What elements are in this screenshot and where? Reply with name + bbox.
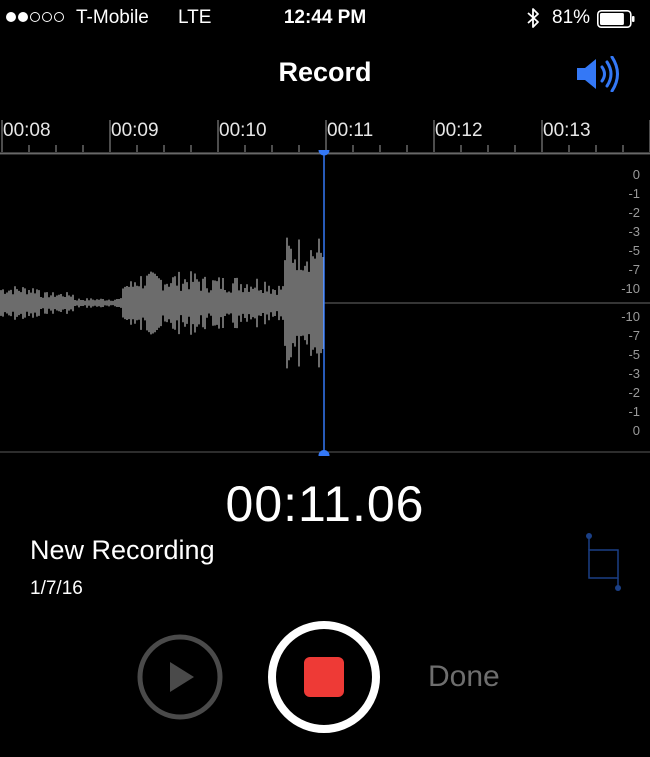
timeline-label: 00:08 <box>3 120 51 141</box>
db-label: -3 <box>628 224 640 239</box>
db-label: -1 <box>628 186 640 201</box>
db-label: -1 <box>628 404 640 419</box>
done-button[interactable]: Done <box>428 660 500 694</box>
db-label: -10 <box>621 309 640 324</box>
battery-icon <box>597 10 635 28</box>
db-label: -3 <box>628 366 640 381</box>
play-button[interactable] <box>136 633 224 721</box>
status-bar: T-Mobile LTE 12:44 PM 81% <box>0 0 650 38</box>
playhead-bottom-handle <box>318 450 330 456</box>
waveform-view[interactable]: 0 -1 -2 -3 -5 -7 -10 -10 -7 -5 -3 -2 -1 … <box>0 150 650 456</box>
battery-percentage: 81% <box>552 7 591 28</box>
recording-name[interactable]: New Recording <box>30 535 215 566</box>
db-label: -2 <box>628 385 640 400</box>
db-label: -5 <box>628 347 640 362</box>
playhead-top-handle <box>318 150 330 156</box>
page-title: Record <box>278 57 372 87</box>
recording-date: 1/7/16 <box>30 578 83 599</box>
db-label: -7 <box>628 328 640 343</box>
speaker-icon[interactable] <box>574 56 624 92</box>
timeline-label: 00:09 <box>111 120 159 141</box>
play-icon <box>170 662 194 692</box>
db-label: -2 <box>628 205 640 220</box>
timeline-label: 00:11 <box>327 120 374 141</box>
stop-recording-button[interactable] <box>266 619 382 735</box>
recording-timer: 00:11.06 <box>225 476 425 532</box>
db-label: 0 <box>632 423 640 438</box>
trim-icon[interactable] <box>580 530 628 594</box>
db-label: 0 <box>632 167 640 182</box>
timeline-label: 00:13 <box>543 120 591 141</box>
db-label: -7 <box>628 262 640 277</box>
timeline-label: 00:12 <box>435 120 483 141</box>
stop-icon <box>304 657 344 697</box>
timeline-label: 00:10 <box>219 120 267 141</box>
db-label: -10 <box>621 281 640 296</box>
bluetooth-icon <box>527 8 539 28</box>
db-label: -5 <box>628 243 640 258</box>
